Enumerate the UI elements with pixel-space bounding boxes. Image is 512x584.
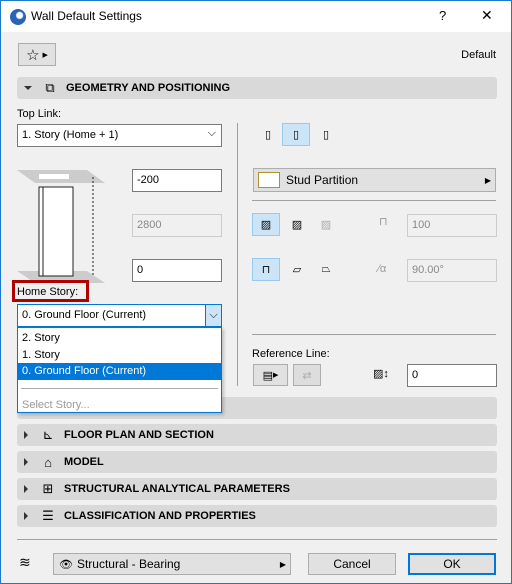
thickness-icon: ⊓ [379, 216, 388, 228]
model-icon: ⌂ [44, 454, 52, 470]
expand-triangle-icon [24, 485, 28, 493]
composite-label: Stud Partition [286, 173, 359, 187]
dropdown-option[interactable]: 1. Story [22, 349, 60, 361]
wall-straight-icon[interactable]: ▨ [252, 213, 280, 236]
arrow-right-icon: ▶ [42, 51, 48, 59]
structural-icon: ⊞ [42, 481, 54, 496]
top-link-label: Top Link: [17, 108, 62, 120]
separator [252, 334, 496, 335]
arrow-right-icon: ▶ [279, 559, 286, 569]
vertical-divider [237, 123, 238, 386]
section-floor-plan-header[interactable]: ⊾ FLOOR PLAN AND SECTION [17, 424, 497, 446]
section-title: MODEL [64, 456, 104, 468]
expand-triangle-icon [24, 512, 28, 520]
section-structural-header[interactable]: ⊞ STRUCTURAL ANALYTICAL PARAMETERS [17, 478, 497, 500]
layers-icon: ≋ [19, 554, 31, 570]
cancel-button[interactable]: Cancel [308, 553, 396, 575]
composite-swatch-icon [258, 172, 280, 188]
wall-diagram [17, 170, 105, 283]
thickness-input[interactable]: 100 [407, 214, 497, 237]
floor-plan-icon: ⊾ [42, 427, 54, 442]
eye-icon: 👁 [59, 558, 73, 571]
geometry-icon: ⧉ [45, 80, 55, 95]
dropdown-option[interactable]: 2. Story [22, 332, 60, 344]
reference-offset-input[interactable]: 0 [407, 364, 497, 387]
layer-select-button[interactable]: 👁 Structural - Bearing ▶ [53, 553, 291, 575]
wall-top-icon-1[interactable]: ▯ [254, 123, 282, 146]
separator [252, 200, 496, 201]
profile-slanted-icon[interactable]: ⏥ [283, 258, 311, 281]
profile-straight-icon[interactable]: ⊓ [252, 258, 280, 281]
top-offset-input[interactable]: -200 [132, 169, 222, 192]
wall-top-icon-2[interactable]: ▯ [282, 123, 310, 146]
expand-triangle-icon [24, 458, 28, 466]
star-icon: ☆ [26, 46, 40, 64]
top-link-value: 1. Story (Home + 1) [22, 129, 119, 141]
chevron-down-icon: ⌵ [207, 127, 216, 139]
home-story-select[interactable]: 0. Ground Floor (Current) ⌵ [17, 304, 222, 327]
document-icon: ☰ [42, 508, 54, 523]
wall-trapezoid-icon[interactable]: ▨ [283, 213, 311, 236]
slant-angle-input[interactable]: 90.00° [407, 259, 497, 282]
dialog-window: Wall Default Settings ? ✕ ☆ ▶ Default ⧉ GE… [0, 0, 512, 584]
ok-button[interactable]: OK [408, 553, 496, 575]
section-title: CLASSIFICATION AND PROPERTIES [64, 510, 256, 522]
reference-offset-icon: ▨↕ [373, 368, 389, 380]
section-title: FLOOR PLAN AND SECTION [64, 429, 214, 441]
composite-button[interactable]: Stud Partition ▶ [253, 168, 496, 192]
favorites-button[interactable]: ☆ ▶ [18, 43, 56, 66]
home-story-label: Home Story: [17, 286, 79, 298]
expand-triangle-icon [24, 431, 28, 439]
reference-line-button[interactable]: ▤ ▶ [253, 364, 288, 386]
dropdown-option-selected[interactable]: 0. Ground Floor (Current) [18, 363, 221, 380]
section-classification-header[interactable]: ☰ CLASSIFICATION AND PROPERTIES [17, 505, 497, 527]
window-title: Wall Default Settings [31, 9, 142, 23]
section-model-header[interactable]: ⌂ MODEL [17, 451, 497, 473]
layer-label: Structural - Bearing [76, 557, 181, 571]
select-story-option[interactable]: Select Story... [22, 399, 90, 411]
collapse-triangle-icon [24, 86, 32, 90]
base-offset-input[interactable]: 0 [132, 259, 222, 282]
home-story-dropdown: 2. Story 1. Story 0. Ground Floor (Curre… [17, 327, 222, 413]
reference-line-label: Reference Line: [252, 348, 330, 360]
top-link-select[interactable]: 1. Story (Home + 1) ⌵ [17, 124, 222, 147]
chevron-down-icon[interactable]: ⌵ [205, 305, 221, 326]
section-title: GEOMETRY AND POSITIONING [66, 82, 230, 94]
section-geometry-header[interactable]: ⧉ GEOMETRY AND POSITIONING [17, 77, 497, 99]
close-button[interactable]: ✕ [481, 7, 493, 24]
arrow-right-icon: ▶ [484, 175, 491, 185]
separator [21, 388, 218, 389]
slant-angle-icon: ∕α [378, 263, 387, 275]
flip-reference-button[interactable]: ⇄ [293, 364, 321, 386]
profile-double-slanted-icon[interactable]: ⏢ [312, 258, 340, 281]
home-story-value: 0. Ground Floor (Current) [22, 309, 147, 321]
separator [17, 539, 497, 540]
title-bar: Wall Default Settings ? ✕ [1, 1, 511, 32]
default-label: Default [461, 49, 496, 61]
wall-polygonal-icon[interactable]: ▨ [312, 213, 340, 236]
wall-top-icon-3[interactable]: ▯ [312, 123, 340, 146]
height-input[interactable]: 2800 [132, 214, 222, 237]
help-button[interactable]: ? [439, 8, 446, 23]
section-title: STRUCTURAL ANALYTICAL PARAMETERS [64, 483, 290, 495]
archicad-logo-icon [10, 9, 26, 25]
